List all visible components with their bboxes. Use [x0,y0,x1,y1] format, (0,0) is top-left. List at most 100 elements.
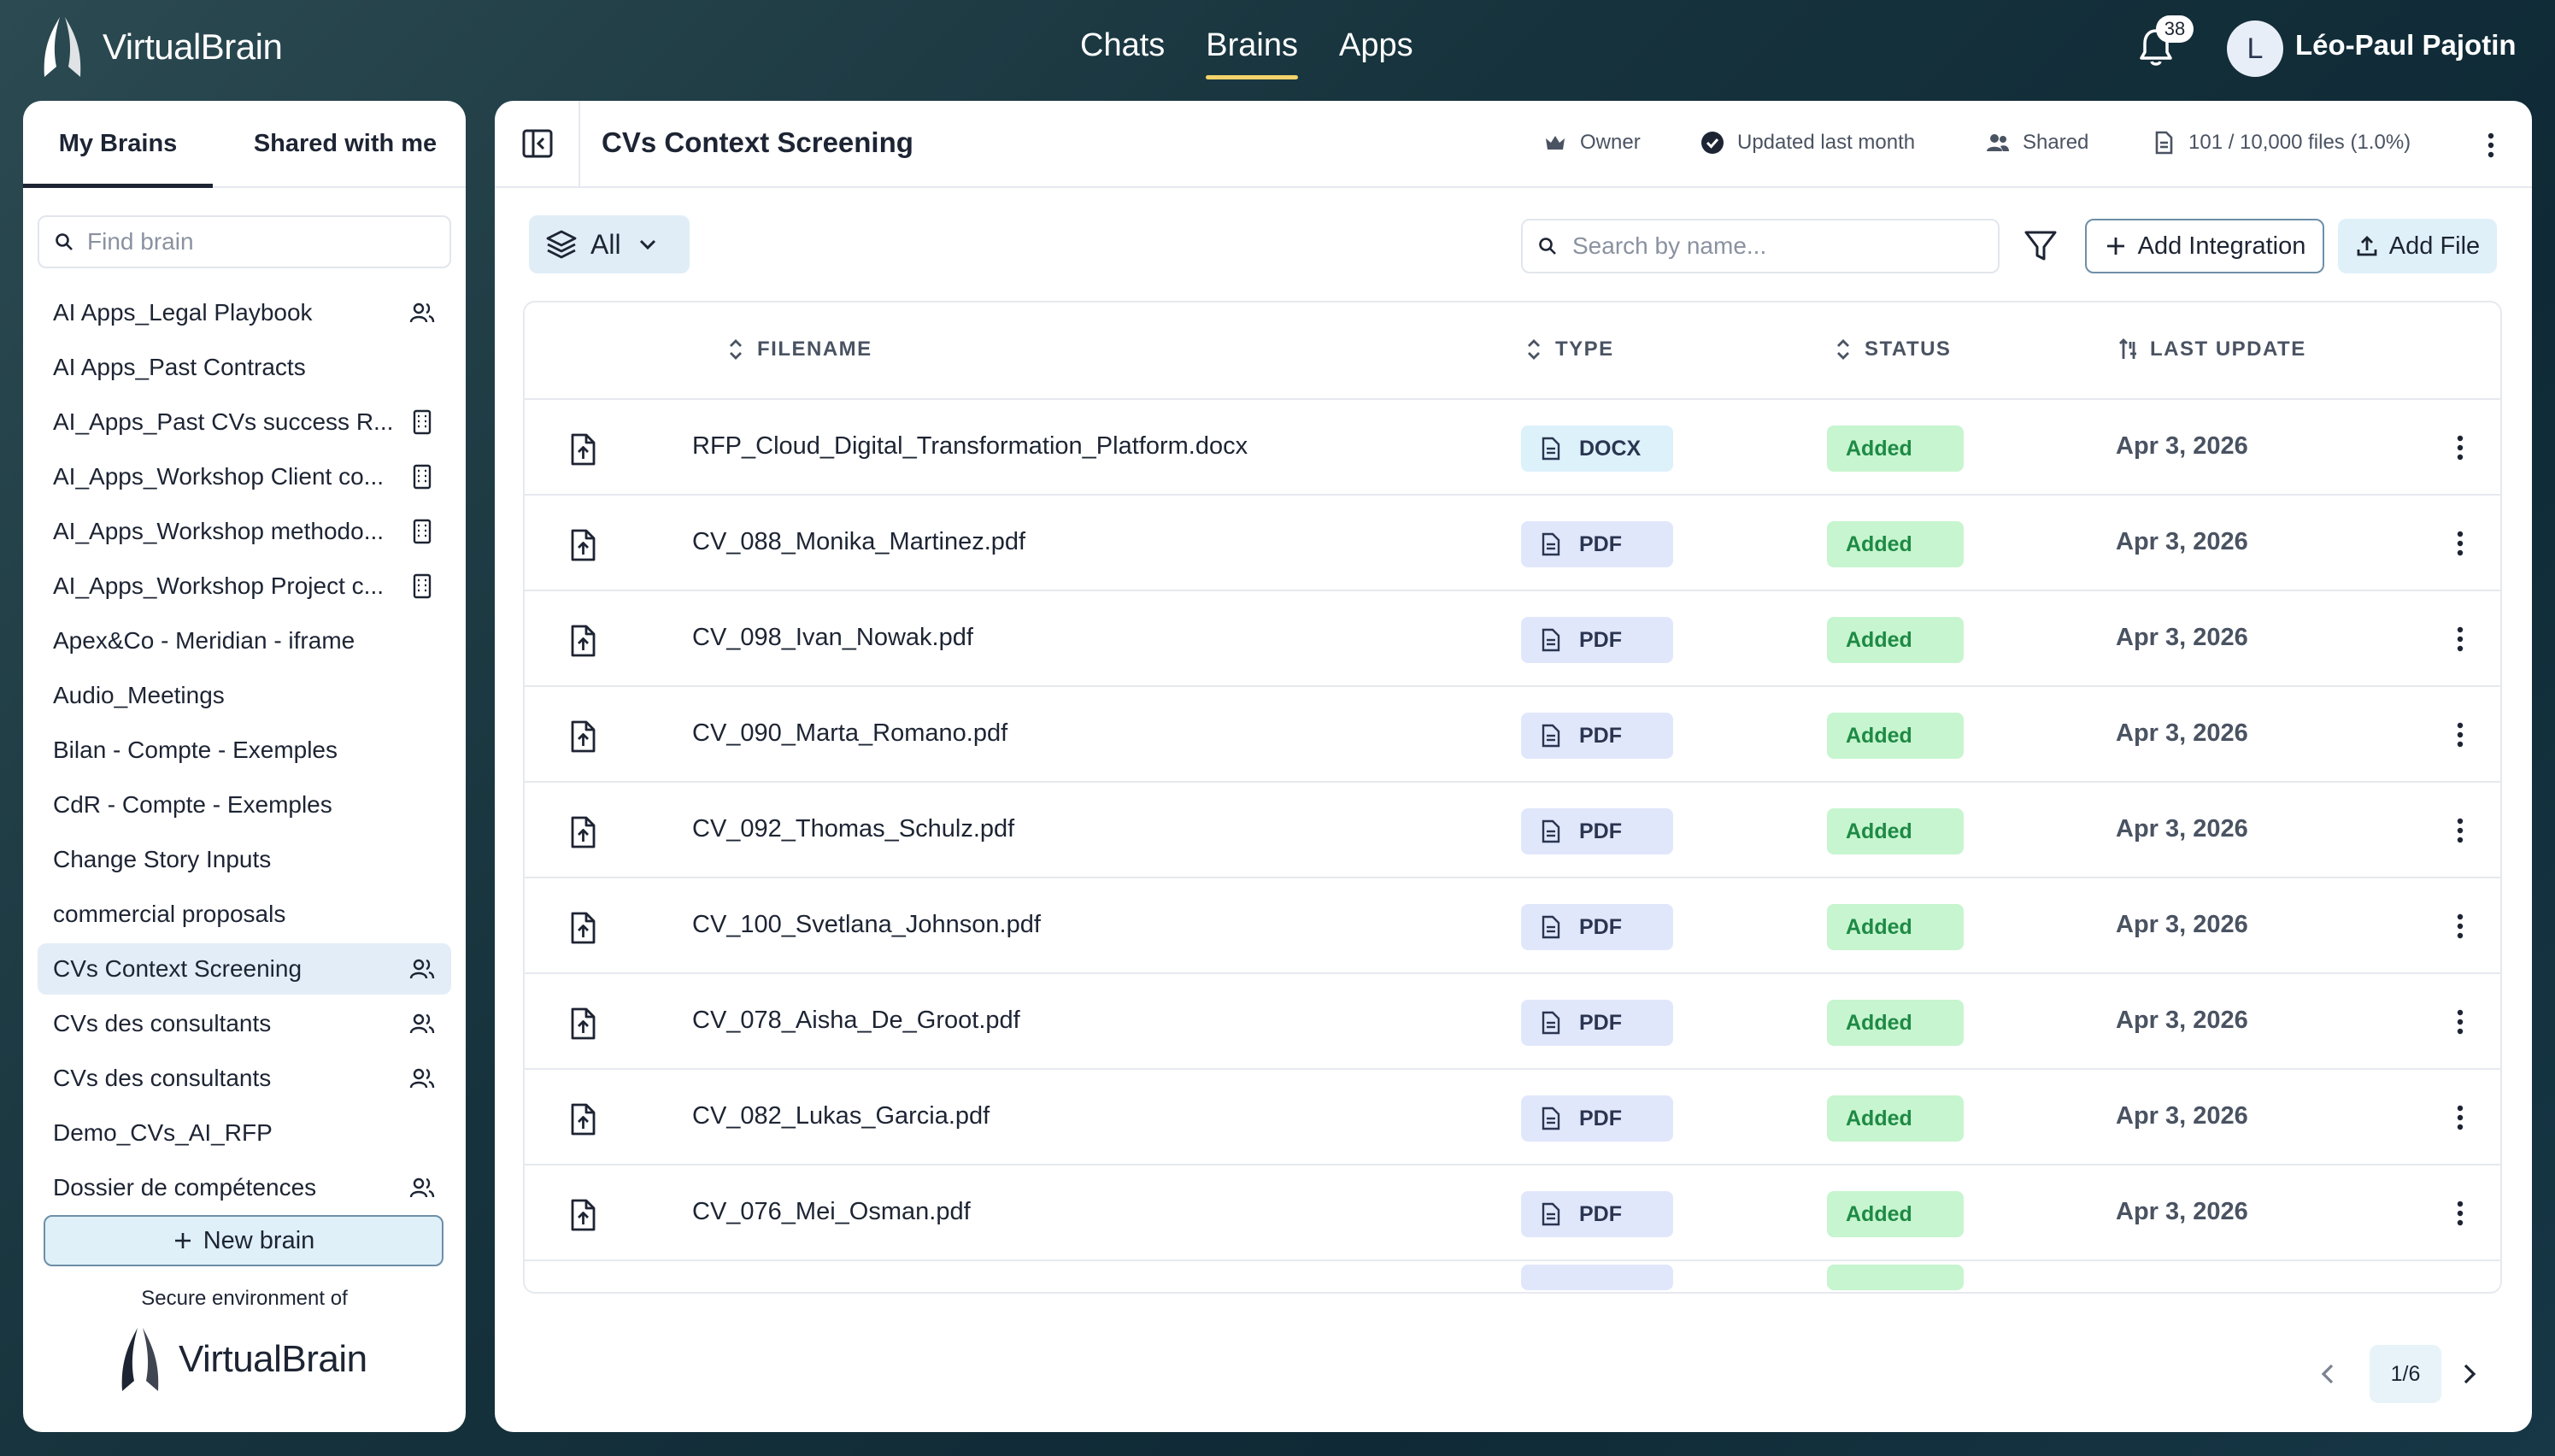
column-header-label: STATUS [1865,338,1952,361]
file-name[interactable]: RFP_Cloud_Digital_Transformation_Platfor… [692,432,1248,461]
sidebar-brain-label: AI Apps_Legal Playbook [53,299,313,326]
row-options-button[interactable] [2446,813,2475,848]
status-badge: Added [1827,808,1964,854]
table-row[interactable]: RFP_Cloud_Digital_Transformation_Platfor… [525,400,2500,496]
row-options-button[interactable] [2446,1101,2475,1135]
sidebar-brain-label: CVs des consultants [53,1010,272,1036]
chevron-left-icon [2321,1364,2334,1384]
sort-descending-icon [2119,338,2136,359]
file-upload-icon [571,529,596,561]
filter-button[interactable] [2022,227,2059,265]
file-search-input[interactable] [1572,232,1982,260]
type-label: PDF [1579,1106,1622,1130]
sidebar-brain-item[interactable]: Audio_Meetings [38,670,451,721]
file-upload-icon [571,1007,596,1040]
app-logo[interactable]: VirtualBrain [39,15,283,79]
source-filter-dropdown[interactable]: All [529,215,690,273]
sidebar-collapse-icon [522,129,553,158]
row-options-button[interactable] [2446,431,2475,465]
sidebar-brain-item[interactable]: AI_Apps_Workshop methodo... [38,506,451,557]
file-name[interactable]: CV_088_Monika_Martinez.pdf [692,528,1025,556]
file-name[interactable]: CV_100_Svetlana_Johnson.pdf [692,911,1041,939]
sidebar-brain-item[interactable]: CVs Context Screening [38,943,451,995]
table-row[interactable]: CV_076_Mei_Osman.pdf PDF Added Apr 3, 2026 [525,1165,2500,1261]
add-file-button[interactable]: Add File [2338,219,2497,273]
sidebar-brain-label: commercial proposals [53,901,286,927]
row-options-button[interactable] [2446,526,2475,561]
brains-sidebar: My Brains Shared with me AI Apps_Legal P… [23,101,466,1432]
user-name[interactable]: Léo-Paul Pajotin [2295,29,2517,62]
sidebar-brain-item[interactable]: CVs des consultants [38,998,451,1049]
sidebar-brain-item[interactable]: Apex&Co - Meridian - iframe [38,615,451,666]
next-page-button[interactable] [2452,1355,2486,1393]
nav-apps[interactable]: Apps [1319,21,1434,83]
table-row[interactable]: CV_092_Thomas_Schulz.pdf PDF Added Apr 3, 2… [525,783,2500,878]
file-upload-icon [571,1103,596,1136]
row-options-button[interactable] [2446,622,2475,656]
top-bar: VirtualBrain Chats Brains Apps 38 L Léo-… [0,0,2555,99]
column-header-last-update[interactable]: LAST UPDATE [2117,337,2306,362]
column-header-status[interactable]: STATUS [1832,337,1951,362]
sidebar-brain-item[interactable]: AI Apps_Legal Playbook [38,287,451,338]
table-row[interactable]: CV_090_Marta_Romano.pdf PDF Added Apr 3, 20… [525,687,2500,783]
sidebar-brain-item[interactable]: AI_Apps_Workshop Project c... [38,561,451,612]
row-options-button[interactable] [2446,718,2475,752]
more-vertical-icon [2457,435,2464,461]
sidebar-brain-item[interactable]: Bilan - Compte - Exemples [38,725,451,776]
sidebar-brain-item[interactable]: AI_Apps_Past CVs success R... [38,396,451,448]
sidebar-brain-item[interactable]: AI_Apps_Workshop Client co... [38,451,451,502]
main-nav: Chats Brains Apps [1060,21,1434,83]
sidebar-brain-item[interactable]: CVs des consultants [38,1053,451,1104]
row-options-button[interactable] [2446,1196,2475,1230]
more-vertical-icon [2457,722,2464,748]
table-row[interactable]: CV_098_Ivan_Nowak.pdf PDF Added Apr 3, 2026 [525,591,2500,687]
sidebar-brain-item[interactable]: Change Story Inputs [38,834,451,885]
status-badge: Added [1827,1095,1964,1142]
nav-brains[interactable]: Brains [1185,21,1319,83]
table-row[interactable]: CV_088_Monika_Martinez.pdf PDF Added Apr 3,… [525,496,2500,591]
sidebar-brain-label: Bilan - Compte - Exemples [53,737,338,763]
add-integration-button[interactable]: Add Integration [2085,219,2324,273]
previous-page-button[interactable] [2311,1355,2346,1393]
building-icon [413,409,432,435]
tab-my-brains[interactable]: My Brains [23,101,213,188]
sidebar-brain-item[interactable]: Demo_CVs_AI_RFP [38,1107,451,1159]
row-options-button[interactable] [2446,1005,2475,1039]
column-header-type[interactable]: TYPE [1523,337,1614,362]
table-row[interactable]: CV_082_Lukas_Garcia.pdf PDF Added Apr 3, 20… [525,1070,2500,1165]
table-row[interactable]: CV_100_Svetlana_Johnson.pdf PDF Added Apr 3… [525,878,2500,974]
table-row[interactable]: CV_078_Aisha_De_Groot.pdf PDF Added Apr 3, … [525,974,2500,1070]
brain-title: CVs Context Screening [602,126,913,158]
status-badge: Added [1827,713,1964,759]
last-update-date: Apr 3, 2026 [2116,911,2248,938]
sidebar-brain-item[interactable]: commercial proposals [38,889,451,940]
file-name[interactable]: CV_098_Ivan_Nowak.pdf [692,624,973,652]
new-brain-button[interactable]: New brain [44,1215,443,1266]
tab-shared-with-me[interactable]: Shared with me [225,101,466,188]
collapse-sidebar-button[interactable] [520,126,555,161]
file-upload-icon [571,720,596,753]
brain-options-button[interactable] [2476,128,2506,162]
upload-icon [2357,236,2377,256]
type-badge: PDF [1521,521,1673,567]
file-name[interactable]: CV_082_Lukas_Garcia.pdf [692,1102,990,1130]
shared-label: Shared [2023,131,2089,154]
user-avatar[interactable]: L [2227,21,2283,77]
sidebar-brain-item[interactable]: CdR - Compte - Exemples [38,779,451,831]
table-header: FILENAME TYPE STATUS LAST UPDATE [525,302,2500,400]
sidebar-brain-item[interactable]: AI Apps_Past Contracts [38,342,451,393]
file-name[interactable]: CV_076_Mei_Osman.pdf [692,1198,971,1226]
nav-chats[interactable]: Chats [1060,21,1185,83]
row-options-button[interactable] [2446,909,2475,943]
file-name[interactable]: CV_090_Marta_Romano.pdf [692,719,1007,748]
find-brain-field [38,215,451,268]
find-brain-input[interactable] [87,228,429,255]
file-upload-icon [571,816,596,848]
last-update-date: Apr 3, 2026 [2116,719,2248,747]
column-header-filename[interactable]: FILENAME [725,337,872,362]
file-name[interactable]: CV_078_Aisha_De_Groot.pdf [692,1007,1020,1035]
file-name[interactable]: CV_092_Thomas_Schulz.pdf [692,815,1014,843]
sidebar-brain-label: Dossier de compétences [53,1174,317,1201]
sidebar-brain-item[interactable]: Dossier de compétences [38,1162,451,1213]
plus-icon [174,1233,191,1248]
